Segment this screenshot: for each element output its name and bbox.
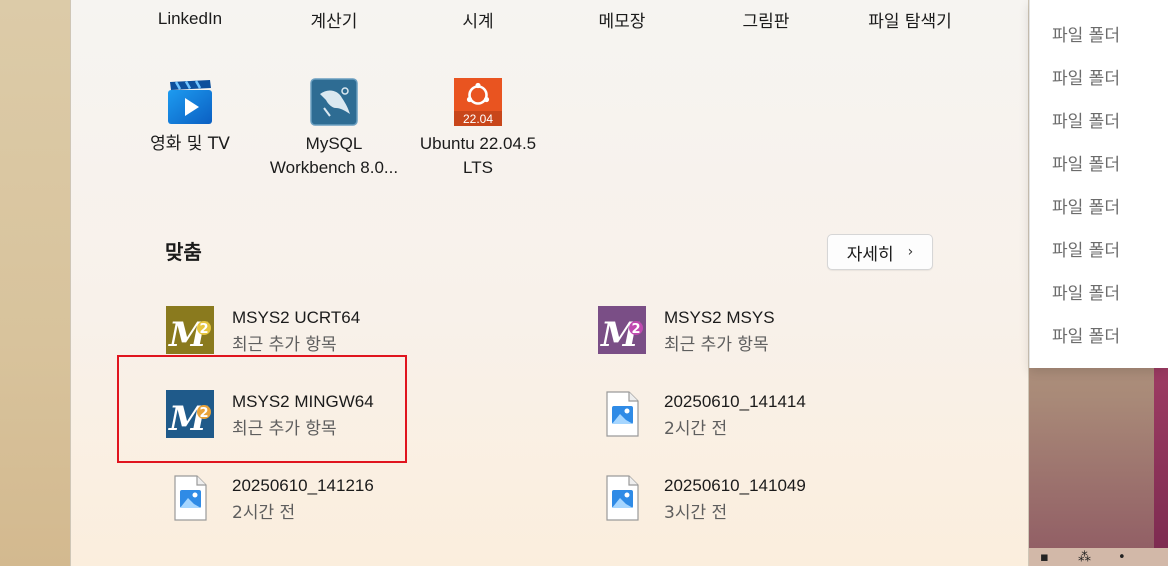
chevron-right-icon: ›	[907, 244, 914, 260]
recommended-item-subtitle: 2시간 전	[232, 503, 296, 523]
pinned-app-label: 영화 및 TV	[150, 134, 230, 154]
app-label-clock[interactable]: 시계	[413, 7, 543, 32]
pinned-app-ubuntu[interactable]: 22.04 Ubuntu 22.04.5 LTS	[403, 78, 553, 188]
volume-icon[interactable]: •	[1118, 550, 1126, 565]
app-label-paint[interactable]: 그림판	[701, 7, 831, 32]
jump-list-item[interactable]: 파일 폴더	[1052, 193, 1120, 218]
msys2-ucrt64-icon: M 2	[166, 306, 214, 355]
pinned-app-label-line1: MySQL	[305, 134, 363, 153]
msys2-msys-icon: M 2	[598, 306, 646, 355]
recommended-item-subtitle: 2시간 전	[664, 419, 728, 439]
more-button-label: 자세히	[846, 244, 894, 265]
tray-icon[interactable]: ▪	[1040, 550, 1049, 565]
image-file-icon	[166, 474, 214, 522]
desktop-background-left	[0, 0, 70, 566]
svg-text:2: 2	[631, 322, 640, 337]
app-label-calculator[interactable]: 계산기	[269, 7, 399, 32]
pinned-app-mysql-workbench[interactable]: MySQL Workbench 8.0...	[259, 78, 409, 188]
jump-list-flyout: 파일 폴더 파일 폴더 파일 폴더 파일 폴더 파일 폴더 파일 폴더 파일 폴…	[1029, 0, 1168, 368]
ubuntu-version-badge: 22.04	[463, 112, 493, 126]
recommended-item-file-141049[interactable]: 20250610_141049 3시간 전	[598, 474, 898, 534]
jump-list-item[interactable]: 파일 폴더	[1052, 150, 1120, 175]
svg-text:2: 2	[199, 322, 208, 337]
recommended-item-name: 20250610_141414	[664, 392, 806, 411]
jump-list-item[interactable]: 파일 폴더	[1052, 107, 1120, 132]
app-label-notepad[interactable]: 메모장	[557, 7, 687, 32]
ubuntu-icon: 22.04	[454, 78, 502, 126]
desktop-wallpaper-strip	[1154, 368, 1168, 566]
recommended-item-subtitle: 3시간 전	[664, 503, 728, 523]
jump-list-item[interactable]: 파일 폴더	[1052, 279, 1120, 304]
recommended-item-file-141216[interactable]: 20250610_141216 2시간 전	[166, 474, 466, 534]
recommended-item-name: 20250610_141049	[664, 476, 806, 495]
recommended-section-title: 맞춤	[165, 240, 202, 264]
recommended-item-subtitle: 최근 추가 항목	[664, 335, 769, 355]
highlight-annotation	[117, 355, 407, 463]
recommended-item-name: MSYS2 UCRT64	[232, 308, 361, 327]
recommended-item-msys2-msys[interactable]: M 2 MSYS2 MSYS 최근 추가 항목	[598, 306, 898, 366]
pinned-app-movies-tv[interactable]: 영화 및 TV	[115, 78, 265, 178]
jump-list-item[interactable]: 파일 폴더	[1052, 236, 1120, 261]
image-file-icon	[598, 390, 646, 438]
recommended-item-name: MSYS2 MSYS	[664, 308, 775, 327]
jump-list-item[interactable]: 파일 폴더	[1052, 322, 1120, 347]
pinned-app-label-line2: Workbench 8.0...	[269, 158, 399, 177]
jump-list-item[interactable]: 파일 폴더	[1052, 64, 1120, 89]
taskbar-partial	[1029, 548, 1168, 566]
pinned-app-label-line2: LTS	[463, 158, 493, 177]
image-file-icon	[598, 474, 646, 522]
recommended-item-file-141414[interactable]: 20250610_141414 2시간 전	[598, 390, 898, 450]
more-button[interactable]: 자세히 ›	[827, 234, 933, 270]
recommended-item-name: 20250610_141216	[232, 476, 374, 495]
app-label-linkedin[interactable]: LinkedIn	[125, 9, 255, 29]
network-icon[interactable]: ⁂	[1078, 550, 1091, 565]
mysql-workbench-icon	[310, 78, 358, 126]
movies-tv-icon	[166, 78, 214, 126]
jump-list-item[interactable]: 파일 폴더	[1052, 21, 1120, 46]
recommended-item-subtitle: 최근 추가 항목	[232, 335, 337, 355]
app-label-file-explorer[interactable]: 파일 탐색기	[845, 7, 975, 32]
pinned-app-label-line1: Ubuntu 22.04.5	[419, 134, 537, 153]
